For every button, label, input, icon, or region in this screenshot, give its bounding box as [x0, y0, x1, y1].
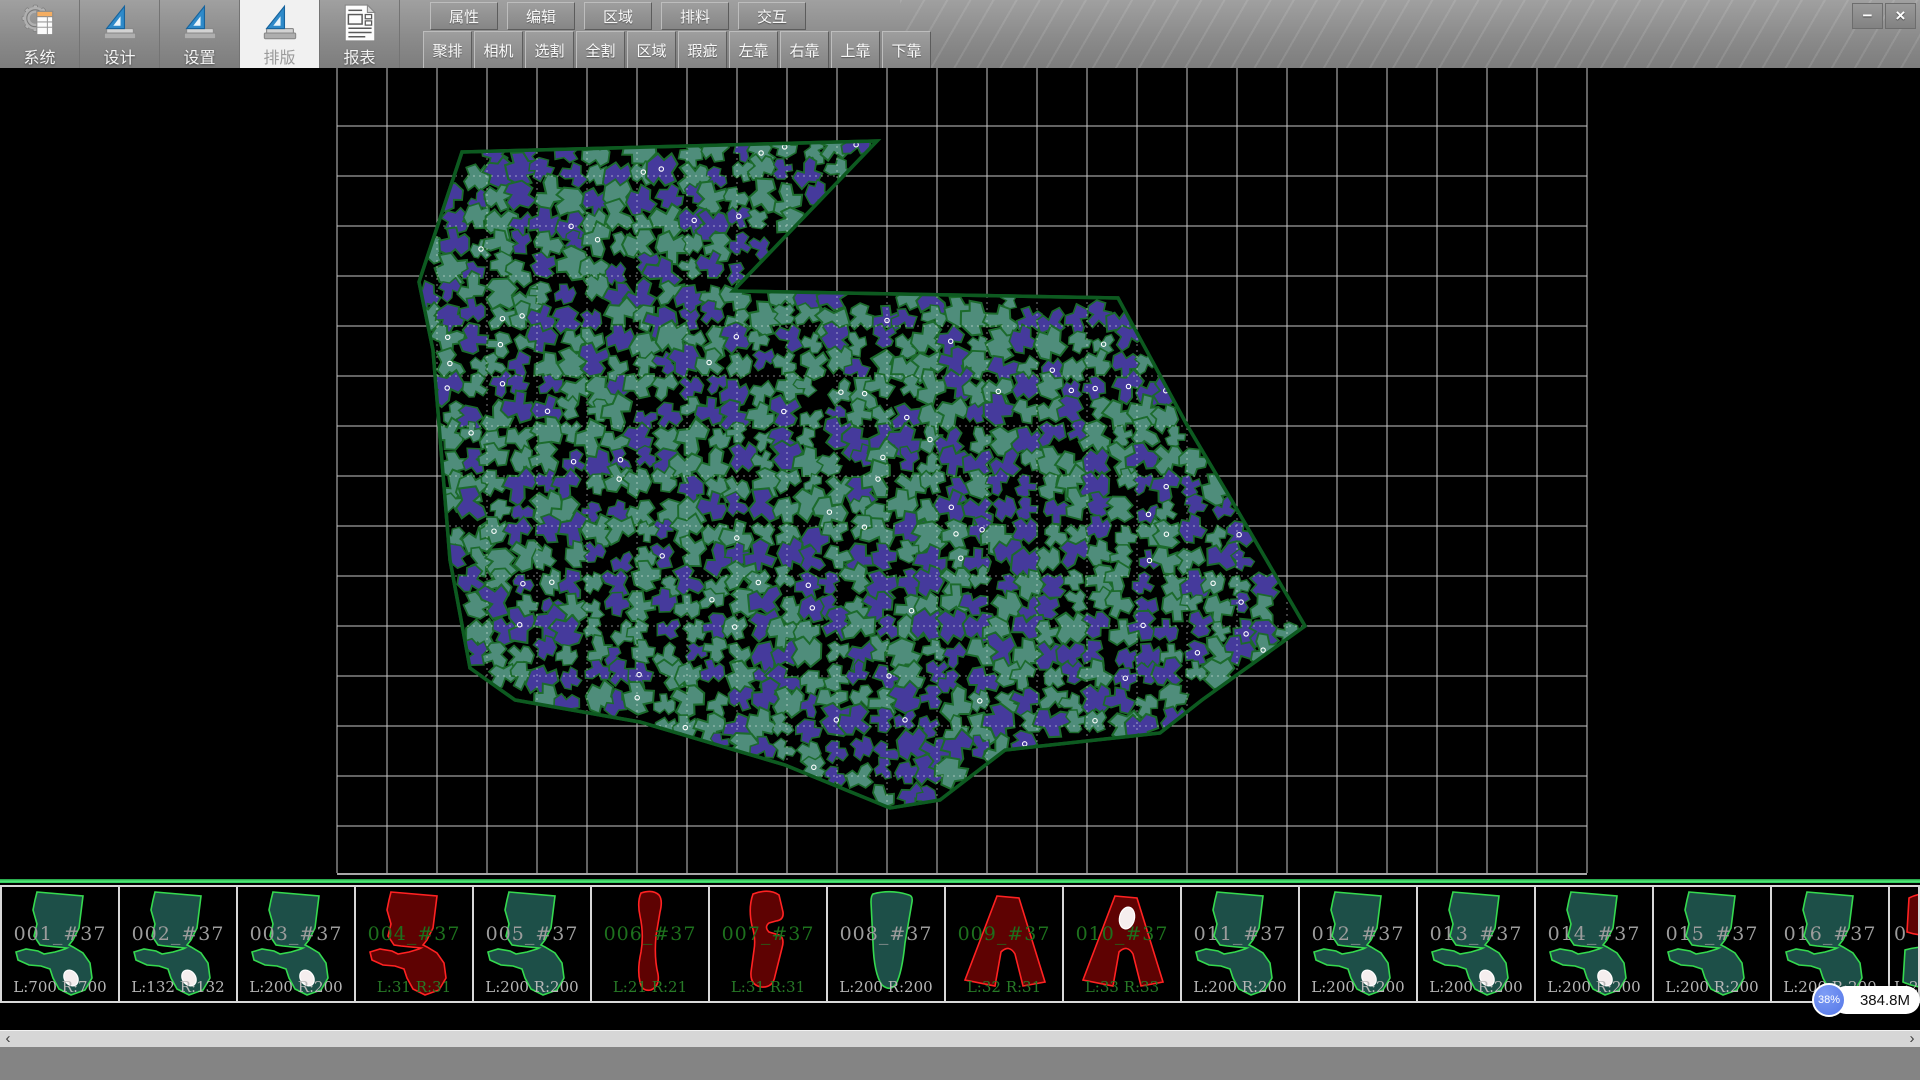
- main-tab-label: 系统: [23, 44, 55, 68]
- part-thumbnail-12[interactable]: 012_#37 L:200 R:200: [1298, 885, 1416, 1003]
- part-lr-count-label: L:200 R:200: [1418, 978, 1534, 996]
- close-button[interactable]: ×: [1885, 3, 1916, 29]
- application-window: 系统 设计 设置 排版 报表 属性编辑区域排料交互: [0, 0, 1920, 1080]
- part-lr-count-label: L:200 R:200: [1536, 978, 1652, 996]
- nesting-canvas[interactable]: [0, 68, 1920, 879]
- part-id-label: 015_#37: [1654, 923, 1770, 945]
- menu-item-4[interactable]: 排料: [661, 2, 729, 30]
- tool-button-bar: 聚排相机选割全割区域瑕疵左靠右靠上靠下靠: [423, 31, 931, 69]
- part-lr-count-label: L:700 R:700: [2, 978, 118, 996]
- menu-bar: 属性编辑区域排料交互: [430, 2, 806, 30]
- main-tab-1[interactable]: 系统: [0, 0, 80, 68]
- set-square-icon: [181, 4, 219, 42]
- part-thumbnail-10[interactable]: 010_#37 L:33 R:33: [1062, 885, 1180, 1003]
- part-thumbnail-15[interactable]: 015_#37 L:200 R:200: [1652, 885, 1770, 1003]
- part-thumbnail-9[interactable]: 009_#37 L:32 R:31: [944, 885, 1062, 1003]
- part-thumbnail-5[interactable]: 005_#37 L:200 R:200: [472, 885, 590, 1003]
- part-lr-count-label: L:132 R:132: [120, 978, 236, 996]
- system-gear-icon: [21, 4, 59, 42]
- part-id-label: 006_#37: [592, 923, 708, 945]
- tool-button-5[interactable]: 区域: [627, 31, 676, 69]
- main-tab-4[interactable]: 排版: [240, 0, 320, 68]
- part-id-label: 001_#37: [2, 923, 118, 945]
- part-id-label: 014_#37: [1536, 923, 1652, 945]
- tool-button-6[interactable]: 瑕疵: [678, 31, 727, 69]
- set-square-icon: [101, 4, 139, 42]
- tool-button-8[interactable]: 右靠: [780, 31, 829, 69]
- menu-item-1[interactable]: 属性: [430, 2, 498, 30]
- menu-item-5[interactable]: 交互: [738, 2, 806, 30]
- window-controls: − ×: [1852, 3, 1916, 29]
- part-thumbnail-4[interactable]: 004_#37 L:31 R:31: [354, 885, 472, 1003]
- horizontal-scrollbar[interactable]: ‹ ›: [0, 1030, 1920, 1047]
- part-id-label: 016_#37: [1772, 923, 1888, 945]
- part-thumbnail-7[interactable]: 007_#37 L:31 R:31: [708, 885, 826, 1003]
- bottom-status-bar: [0, 1047, 1920, 1080]
- tool-button-2[interactable]: 相机: [474, 31, 523, 69]
- report-document-icon: [343, 4, 377, 42]
- panel-separator: [0, 879, 1920, 883]
- main-tab-3[interactable]: 设置: [160, 0, 240, 68]
- part-thumbnail-14[interactable]: 014_#37 L:200 R:200: [1534, 885, 1652, 1003]
- minimize-button[interactable]: −: [1852, 3, 1883, 29]
- part-lr-count-label: L:21 R:21: [592, 978, 708, 996]
- part-thumbnail-8[interactable]: 008_#37 L:200 R:200: [826, 885, 944, 1003]
- parts-thumbnail-strip: 001_#37 L:700 R:700 002_#37 L:132 R:132 …: [0, 885, 1920, 1003]
- toolbar: 系统 设计 设置 排版 报表 属性编辑区域排料交互: [0, 0, 1920, 69]
- toolbar-hatch-texture: [900, 0, 1920, 68]
- part-id-label: 003_#37: [238, 923, 354, 945]
- part-id-label: 002_#37: [120, 923, 236, 945]
- part-thumbnail-2[interactable]: 002_#37 L:132 R:132: [118, 885, 236, 1003]
- part-lr-count-label: L:33 R:33: [1064, 978, 1180, 996]
- menu-item-3[interactable]: 区域: [584, 2, 652, 30]
- part-id-label: 012_#37: [1300, 923, 1416, 945]
- scroll-left-arrow-icon[interactable]: ‹: [0, 1031, 16, 1047]
- part-id-label: 013_#37: [1418, 923, 1534, 945]
- part-id-label: 004_#37: [356, 923, 472, 945]
- part-id-label: 008_#37: [828, 923, 944, 945]
- main-tab-5[interactable]: 报表: [320, 0, 400, 68]
- part-lr-count-label: L:200 R:200: [1300, 978, 1416, 996]
- part-lr-count-label: L:200 R:200: [828, 978, 944, 996]
- part-lr-count-label: L:200 R:200: [474, 978, 590, 996]
- usage-percent-badge: 38%: [1812, 983, 1846, 1017]
- tool-button-7[interactable]: 左靠: [729, 31, 778, 69]
- part-id-label: 009_#37: [946, 923, 1062, 945]
- tool-button-10[interactable]: 下靠: [882, 31, 931, 69]
- part-lr-count-label: L:31 R:31: [356, 978, 472, 996]
- part-id-label: 005_#37: [474, 923, 590, 945]
- part-lr-count-label: L:200 R:200: [1654, 978, 1770, 996]
- tool-button-9[interactable]: 上靠: [831, 31, 880, 69]
- part-lr-count-label: L:200 R:200: [238, 978, 354, 996]
- main-icon-bar: 系统 设计 设置 排版 报表: [0, 0, 400, 68]
- main-tab-label: 设置: [183, 44, 215, 68]
- part-thumbnail-3[interactable]: 003_#37 L:200 R:200: [236, 885, 354, 1003]
- part-thumbnail-6[interactable]: 006_#37 L:21 R:21: [590, 885, 708, 1003]
- part-thumbnail-13[interactable]: 013_#37 L:200 R:200: [1416, 885, 1534, 1003]
- menu-item-2[interactable]: 编辑: [507, 2, 575, 30]
- main-tab-label: 设计: [103, 44, 135, 68]
- part-id-label: 011_#37: [1182, 923, 1298, 945]
- part-id-label: 007_#37: [710, 923, 826, 945]
- part-lr-count-label: L:32 R:31: [946, 978, 1062, 996]
- main-tab-label: 排版: [263, 44, 295, 68]
- set-square-icon: [261, 4, 299, 42]
- tool-button-3[interactable]: 选割: [525, 31, 574, 69]
- scroll-right-arrow-icon[interactable]: ›: [1904, 1031, 1920, 1047]
- nesting-layout-drawing: [335, 68, 1920, 876]
- tool-button-4[interactable]: 全割: [576, 31, 625, 69]
- main-tab-label: 报表: [343, 44, 375, 68]
- part-id-label: 0: [1894, 923, 1920, 945]
- part-thumbnail-11[interactable]: 011_#37 L:200 R:200: [1180, 885, 1298, 1003]
- tool-button-1[interactable]: 聚排: [423, 31, 472, 69]
- part-lr-count-label: L:31 R:31: [710, 978, 826, 996]
- part-thumbnail-1[interactable]: 001_#37 L:700 R:700: [0, 885, 118, 1003]
- part-lr-count-label: L:200 R:200: [1182, 978, 1298, 996]
- main-tab-2[interactable]: 设计: [80, 0, 160, 68]
- part-id-label: 010_#37: [1064, 923, 1180, 945]
